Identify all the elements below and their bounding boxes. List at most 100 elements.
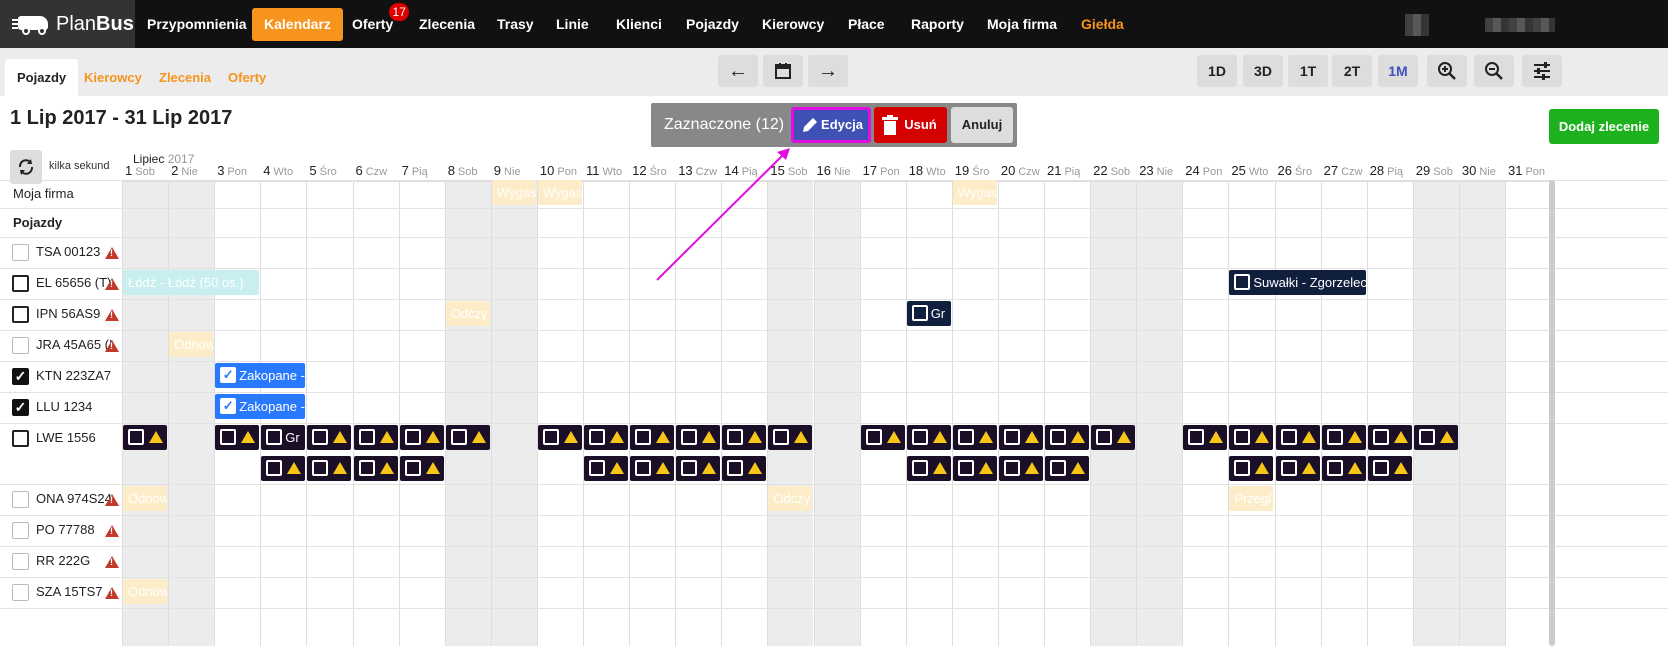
zoom-out-button[interactable] (1474, 55, 1514, 87)
calendar-event[interactable] (537, 425, 582, 450)
event-checkbox[interactable] (727, 429, 744, 445)
vehicle-checkbox[interactable] (12, 584, 29, 601)
event-checkbox[interactable] (312, 460, 329, 476)
vehicle-name[interactable]: JRA 45A65 (I (36, 337, 113, 352)
event-checkbox[interactable] (1372, 429, 1389, 445)
event-checkbox[interactable] (266, 429, 283, 445)
calendar-event[interactable] (445, 425, 490, 450)
tab-pojazdy[interactable]: Pojazdy (5, 59, 79, 96)
nav-kalendarz[interactable]: Kalendarz (252, 8, 343, 41)
calendar-event[interactable]: Odnow (123, 486, 168, 511)
event-checkbox[interactable] (1096, 429, 1113, 445)
calendar-event[interactable] (676, 425, 721, 450)
calendar-event[interactable] (768, 425, 813, 450)
calendar-event[interactable]: Łódź - Łódź (50 os.) (123, 270, 260, 295)
vehicle-checkbox[interactable]: ✓ (12, 399, 29, 416)
nav-przypomnienia[interactable]: Przypomnienia (135, 8, 259, 41)
calendar-event[interactable]: Odczy (768, 486, 813, 511)
event-checkbox[interactable] (358, 429, 375, 445)
calendar-event[interactable] (1275, 425, 1320, 450)
vehicle-checkbox[interactable]: ✓ (12, 368, 29, 385)
planbus-logo[interactable]: Plan Bus (0, 0, 135, 48)
event-checkbox[interactable] (1234, 274, 1251, 290)
event-checkbox[interactable] (1188, 429, 1205, 445)
tab-kierowcy[interactable]: Kierowcy (72, 59, 154, 96)
event-checkbox[interactable] (1003, 460, 1020, 476)
calendar-event[interactable] (906, 456, 951, 481)
event-checkbox[interactable] (1372, 460, 1389, 476)
settings-sliders-button[interactable] (1522, 55, 1562, 87)
calendar-event[interactable] (1321, 456, 1366, 481)
event-checkbox[interactable] (957, 429, 974, 445)
calendar-event[interactable] (998, 425, 1043, 450)
event-checkbox[interactable] (589, 460, 605, 476)
nav-raporty[interactable]: Raporty (899, 8, 976, 41)
event-checkbox[interactable] (1050, 460, 1066, 476)
edit-button[interactable]: Edycja (791, 107, 871, 143)
calendar-event[interactable]: ✓ Zakopane - (215, 363, 306, 388)
calendar-event[interactable] (952, 456, 997, 481)
view-1m-button[interactable]: 1M (1378, 55, 1418, 87)
nav-oferty[interactable]: Oferty 17 (340, 3, 410, 41)
event-checkbox[interactable] (911, 429, 928, 445)
calendar-event[interactable] (584, 425, 629, 450)
view-2t-button[interactable]: 2T (1332, 55, 1372, 87)
event-checkbox[interactable] (773, 429, 790, 445)
calendar-event[interactable]: Wygas (537, 180, 582, 205)
event-checkbox[interactable]: ✓ (220, 367, 237, 383)
event-checkbox[interactable] (635, 429, 652, 445)
nav-płace[interactable]: Płace (836, 8, 897, 41)
vehicle-name[interactable]: PO 77788 (36, 522, 95, 537)
event-checkbox[interactable] (1418, 429, 1435, 445)
calendar-event[interactable] (584, 456, 629, 481)
event-checkbox[interactable] (1326, 460, 1343, 476)
vehicle-checkbox[interactable] (12, 522, 29, 539)
event-checkbox[interactable] (404, 429, 421, 445)
calendar-event[interactable] (722, 456, 767, 481)
cancel-button[interactable]: Anuluj (951, 107, 1013, 143)
vehicle-checkbox[interactable] (12, 491, 29, 508)
calendar-event[interactable]: Gr (906, 301, 951, 326)
calendar-event[interactable] (215, 425, 260, 450)
calendar-event[interactable] (353, 425, 398, 450)
event-checkbox[interactable] (1234, 429, 1251, 445)
calendar-event[interactable] (676, 456, 721, 481)
calendar-event[interactable] (399, 425, 444, 450)
calendar-event[interactable]: Odnow (123, 579, 168, 604)
nav-klienci[interactable]: Klienci (604, 8, 674, 41)
vehicle-checkbox[interactable] (12, 430, 29, 447)
calendar-event[interactable] (307, 456, 352, 481)
calendar-event[interactable] (1275, 456, 1320, 481)
user-avatar-blurred[interactable] (1405, 14, 1429, 36)
calendar-event[interactable]: Wygas (952, 180, 997, 205)
calendar-event[interactable] (1045, 425, 1090, 450)
calendar-event[interactable] (1321, 425, 1366, 450)
event-checkbox[interactable] (358, 460, 375, 476)
nav-linie[interactable]: Linie (544, 8, 601, 41)
event-checkbox[interactable] (681, 429, 698, 445)
event-checkbox[interactable] (1234, 460, 1251, 476)
event-checkbox[interactable] (542, 429, 559, 445)
nav-zlecenia[interactable]: Zlecenia (407, 8, 487, 41)
calendar-event[interactable] (1229, 456, 1274, 481)
event-checkbox[interactable] (128, 429, 144, 445)
event-checkbox[interactable] (911, 305, 928, 321)
nav-giełda[interactable]: Giełda (1069, 8, 1136, 41)
view-1d-button[interactable]: 1D (1197, 55, 1237, 87)
event-checkbox[interactable] (681, 460, 698, 476)
view-3d-button[interactable]: 3D (1243, 55, 1283, 87)
calendar-event[interactable] (1183, 425, 1228, 450)
event-checkbox[interactable] (589, 429, 605, 445)
calendar-event[interactable] (860, 425, 905, 450)
calendar-event[interactable] (1413, 425, 1458, 450)
vehicle-name[interactable]: IPN 56AS9 (36, 306, 100, 321)
calendar-event[interactable] (261, 456, 306, 481)
event-checkbox[interactable]: ✓ (220, 398, 237, 414)
vehicle-name[interactable]: TSA 00123 (36, 244, 100, 259)
event-checkbox[interactable] (312, 429, 329, 445)
next-period-button[interactable]: → (808, 55, 848, 87)
calendar-event[interactable] (952, 425, 997, 450)
user-name-blurred[interactable] (1485, 18, 1555, 32)
calendar-event[interactable] (1367, 456, 1412, 481)
vehicle-checkbox[interactable] (12, 306, 29, 323)
